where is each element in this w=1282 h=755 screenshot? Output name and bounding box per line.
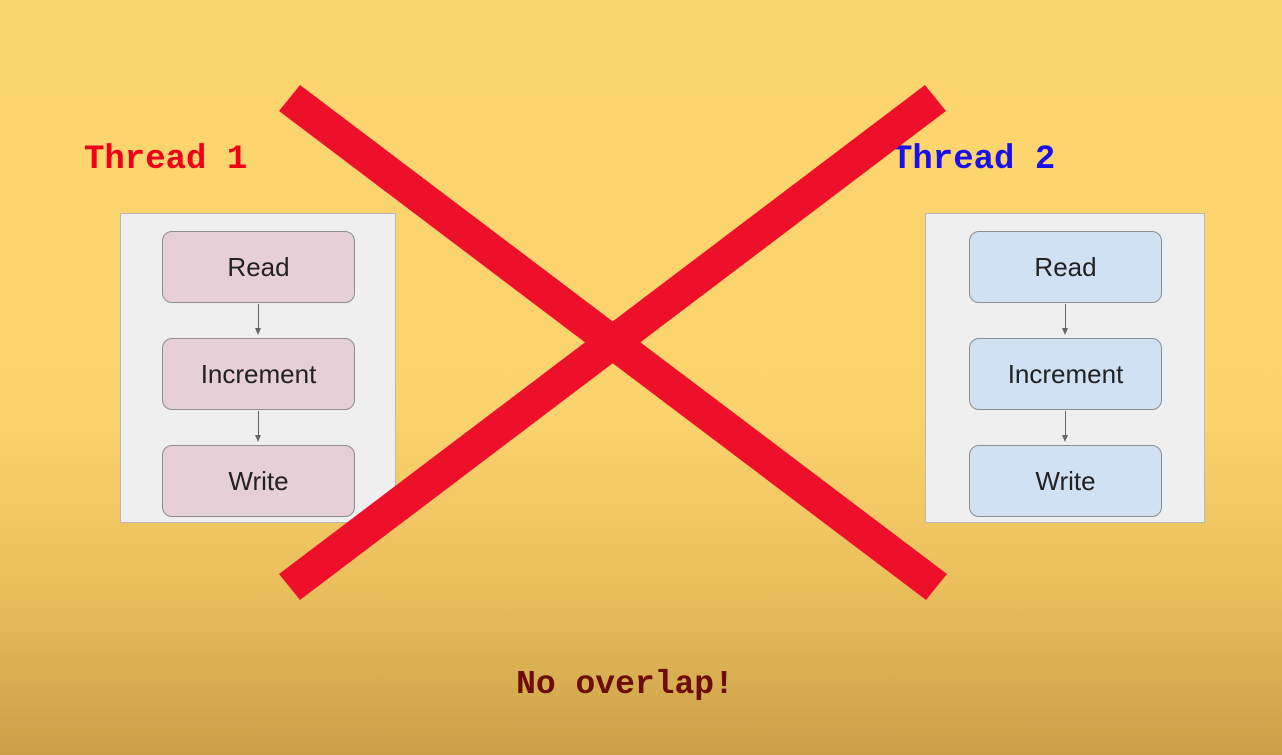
thread-1-step-read: Read (162, 231, 355, 303)
thread-2-step-write: Write (969, 445, 1162, 517)
no-overlap-caption: No overlap! (516, 666, 734, 703)
thread-2-panel: Read Increment Write (925, 213, 1205, 523)
thread-1-title: Thread 1 (84, 141, 248, 179)
thread-2-arrow-read-to-increment (1062, 304, 1068, 335)
thread-1-step-increment: Increment (162, 338, 355, 410)
thread-2-arrow-increment-to-write (1062, 411, 1068, 442)
thread-2-title: Thread 2 (892, 141, 1056, 179)
thread-1-arrow-increment-to-write (255, 411, 261, 442)
thread-1-arrow-read-to-increment (255, 304, 261, 335)
thread-1-panel: Read Increment Write (120, 213, 396, 523)
thread-2-step-increment: Increment (969, 338, 1162, 410)
thread-2-step-read: Read (969, 231, 1162, 303)
thread-1-step-write: Write (162, 445, 355, 517)
